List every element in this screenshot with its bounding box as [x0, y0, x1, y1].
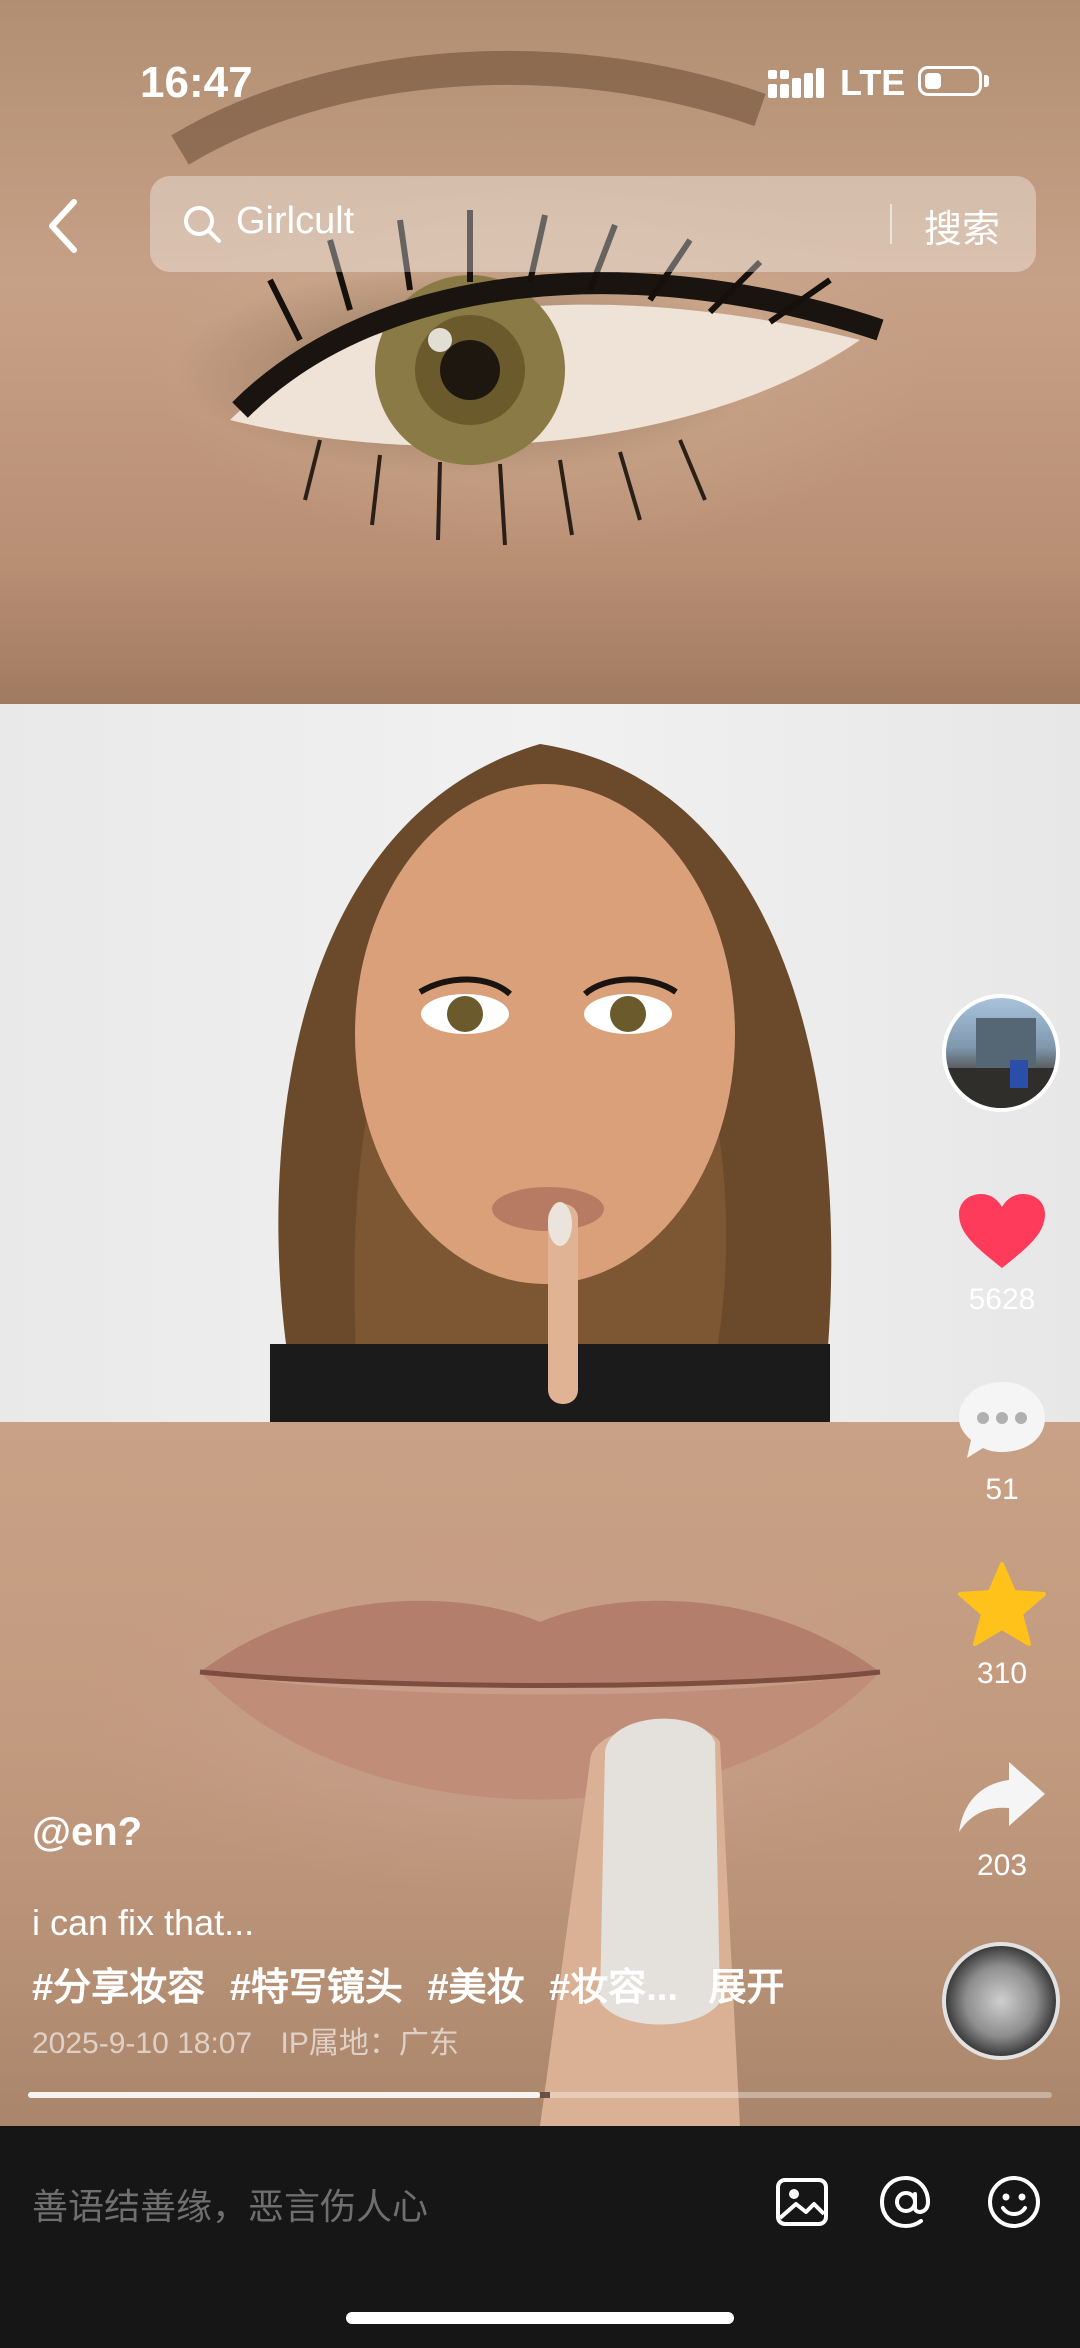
at-icon[interactable]	[876, 2172, 936, 2232]
like-button[interactable]: 5628	[940, 1192, 1064, 1317]
share-icon	[959, 1762, 1045, 1832]
author-name[interactable]: @en?	[32, 1810, 142, 1855]
comment-count: 51	[985, 1473, 1019, 1506]
heart-icon	[959, 1194, 1045, 1268]
search-button[interactable]: 搜索	[924, 198, 1000, 253]
hashtag[interactable]: #分享妆容	[32, 1967, 205, 2009]
status-bar: 16:47 LTE	[0, 58, 1080, 118]
share-button[interactable]: 203	[940, 1758, 1064, 1883]
expand-button[interactable]: 展开	[708, 1967, 784, 2009]
progress-divider	[540, 2092, 550, 2098]
author-avatar[interactable]	[942, 994, 1060, 1112]
video-progress[interactable]	[28, 2092, 1052, 2098]
network-type: LTE	[840, 62, 906, 103]
hashtag[interactable]: #特写镜头	[230, 1967, 403, 2009]
hashtag[interactable]: #妆容...	[549, 1967, 678, 2009]
hashtag-list: #分享妆容 #特写镜头 #美妆 #妆容... 展开	[32, 1956, 785, 2011]
like-count: 5628	[968, 1283, 1036, 1316]
post-date: 2025-9-10 18:07	[32, 2027, 253, 2060]
post-meta: 2025-9-10 18:07 IP属地：广东	[32, 2018, 459, 2062]
signal-icon	[768, 68, 824, 98]
battery-tip	[984, 75, 989, 87]
comment-input[interactable]: 善语结善缘，恶言伤人心	[32, 2178, 428, 2230]
favorite-button[interactable]: 310	[940, 1562, 1064, 1691]
search-icon	[184, 206, 221, 243]
search-divider	[890, 204, 892, 244]
ip-location: IP属地：广东	[280, 2027, 459, 2060]
image-icon[interactable]	[772, 2172, 832, 2232]
battery-icon	[918, 66, 982, 96]
status-time: 16:47	[140, 58, 253, 107]
share-count: 203	[976, 1849, 1028, 1882]
progress-fill	[28, 2092, 540, 2098]
music-disc[interactable]	[942, 1942, 1060, 2060]
search-bar[interactable]: Girlcult 搜索	[150, 176, 1036, 272]
video-screen[interactable]: 16:47 LTE Girlcult 搜索 5628 51 310 203 @e…	[0, 0, 1080, 2348]
favorite-count: 310	[976, 1657, 1028, 1690]
video-description: i can fix that...	[32, 1902, 255, 1943]
back-icon[interactable]	[40, 196, 88, 256]
hashtag[interactable]: #美妆	[427, 1967, 524, 2009]
comment-button[interactable]: 51	[940, 1378, 1064, 1507]
star-icon	[958, 1562, 1046, 1646]
home-indicator[interactable]	[346, 2312, 734, 2324]
video-frame-face	[0, 704, 1080, 1422]
portrait-illustration	[270, 744, 832, 1422]
search-query[interactable]: Girlcult	[236, 200, 354, 243]
emoji-icon[interactable]	[984, 2172, 1044, 2232]
avatar-image	[946, 1018, 1056, 1108]
comment-icon	[959, 1382, 1045, 1458]
